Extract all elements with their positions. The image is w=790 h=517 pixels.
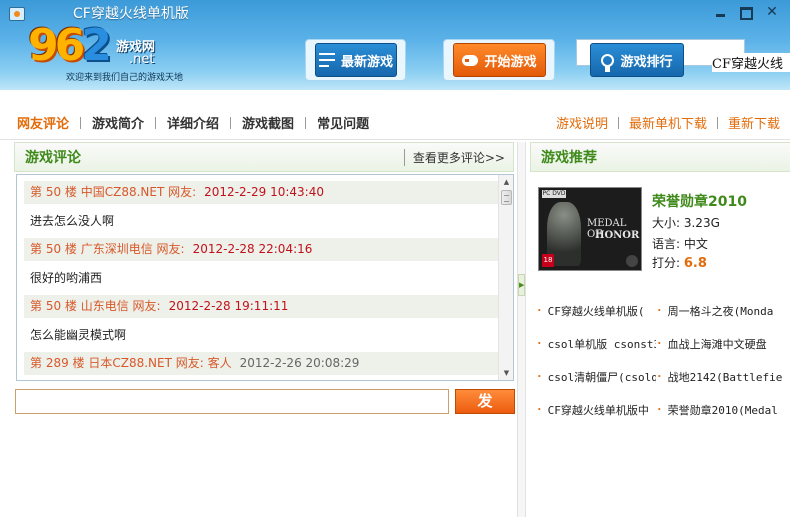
logo-slogan: 欢迎来到我们自己的游戏天地 bbox=[66, 73, 184, 83]
comment-list-box[interactable]: 第 50 楼 中国CZ88.NET 网友: 2012-2-29 10:43:40 … bbox=[16, 174, 514, 381]
maximize-button[interactable] bbox=[736, 3, 756, 21]
recommend-item[interactable]: · CF穿越火线单机版中 bbox=[536, 402, 656, 418]
comment-header: 第 289 楼 日本CZ88.NET 网友: 客人 2012-2-26 20:08… bbox=[24, 352, 501, 375]
comments-header: 游戏评论 查看更多评论>> bbox=[14, 142, 514, 172]
comment-body: 很好的哟浦西 bbox=[30, 271, 103, 285]
comment-list: 第 50 楼 中国CZ88.NET 网友: 2012-2-29 10:43:40 … bbox=[24, 181, 501, 380]
bullet-icon: · bbox=[656, 370, 663, 383]
tab-screenshots[interactable]: 游戏截图 bbox=[231, 113, 305, 132]
featured-game-name[interactable]: 荣誉勋章2010 bbox=[652, 191, 747, 211]
recommend-item[interactable]: · 周一格斗之夜(Monda bbox=[656, 303, 784, 319]
comment-time: 2012-2-28 22:04:16 bbox=[192, 242, 313, 256]
comment-time: 2012-2-26 20:08:29 bbox=[239, 356, 360, 370]
close-button[interactable]: ✕ bbox=[762, 3, 782, 21]
publisher-logo-icon bbox=[626, 255, 638, 267]
cover-title-line2: HONOR bbox=[595, 230, 640, 241]
start-game-button[interactable]: 开始游戏 bbox=[453, 43, 546, 77]
bullet-icon: · bbox=[656, 304, 663, 317]
window-controls: ✕ bbox=[710, 3, 782, 21]
recommend-item[interactable]: · CF穿越火线单机版( bbox=[536, 303, 656, 319]
recommend-item[interactable]: · 荣誉勋章2010(Medal bbox=[656, 402, 784, 418]
tab-user-reviews[interactable]: 网友评论 bbox=[17, 113, 80, 132]
age-rating-badge: 18 bbox=[542, 254, 554, 267]
quick-links: 游戏说明 最新单机下载 重新下载 bbox=[546, 113, 780, 132]
recommend-item[interactable]: · csol清朝僵尸(csolq bbox=[536, 369, 656, 385]
recommend-row: · CF穿越火线单机版中 · 荣誉勋章2010(Medal bbox=[536, 393, 790, 426]
comment-body: 进去怎么没人啊 bbox=[30, 214, 115, 228]
bullet-icon: · bbox=[536, 403, 543, 416]
bullet-icon: · bbox=[536, 370, 543, 383]
recommend-header: 游戏推荐 bbox=[530, 142, 790, 172]
medal-icon bbox=[601, 53, 615, 72]
bullet-icon: · bbox=[536, 304, 543, 317]
latest-games-button[interactable]: 最新游戏 bbox=[315, 43, 397, 77]
recommend-row: · csol单机版 csonst3 · 血战上海滩中文硬盘 bbox=[536, 327, 790, 360]
tab-game-intro[interactable]: 游戏简介 bbox=[81, 113, 155, 132]
recommend-list: · CF穿越火线单机版( · 周一格斗之夜(Monda · csol单机版 csons… bbox=[536, 294, 790, 426]
featured-game-cover[interactable]: PC DVD MEDAL OF HONOR 18 bbox=[538, 187, 642, 271]
game-help-link[interactable]: 游戏说明 bbox=[546, 113, 618, 132]
scrollbar-thumb[interactable] bbox=[501, 190, 512, 205]
scrolling-news-text[interactable]: CF穿越火线 bbox=[712, 53, 790, 72]
comment-time: 2012-2-28 19:11:11 bbox=[168, 299, 289, 313]
recommend-panel: 游戏推荐 PC DVD MEDAL OF HONOR 18 荣誉勋章2010 大… bbox=[530, 142, 790, 517]
app-icon bbox=[9, 7, 25, 21]
bullet-icon: · bbox=[656, 403, 663, 416]
comments-title: 游戏评论 bbox=[25, 150, 81, 166]
comment-body bbox=[24, 375, 501, 380]
collapse-arrow-icon[interactable]: ▶ bbox=[518, 274, 525, 296]
game-ranking-button[interactable]: 游戏排行 bbox=[590, 43, 684, 77]
featured-game-score: 6.8 bbox=[683, 256, 707, 271]
comment-time: 2012-2-29 10:43:40 bbox=[204, 185, 324, 199]
gamepad-icon bbox=[462, 54, 479, 66]
recommend-item[interactable]: · csol单机版 csonst3 bbox=[536, 336, 656, 352]
featured-game-size: 大小: 3.23G bbox=[652, 216, 720, 230]
send-button[interactable]: 发 送 bbox=[455, 389, 515, 433]
recommend-title: 游戏推荐 bbox=[541, 150, 597, 166]
featured-game-score-row: 打分: 6.8 bbox=[652, 256, 707, 271]
latest-downloads-link[interactable]: 最新单机下载 bbox=[619, 113, 717, 132]
logo-domain-suffix: .net bbox=[129, 52, 155, 67]
comment-header: 第 50 楼 中国CZ88.NET 网友: 2012-2-29 10:43:40 bbox=[24, 181, 501, 204]
bullet-icon: · bbox=[656, 337, 663, 350]
tab-details[interactable]: 详细介绍 bbox=[156, 113, 230, 132]
minimize-button[interactable] bbox=[710, 3, 730, 21]
recommend-item[interactable]: · 血战上海滩中文硬盘 bbox=[656, 336, 784, 352]
panel-splitter[interactable]: ▶ bbox=[517, 142, 526, 517]
header-banner: CF穿越火线单机版 ✕ 962 游戏网 .net 欢迎来到我们自己的游戏天地 最… bbox=[0, 0, 790, 90]
detail-tabs: 网友评论 游戏简介 详细介绍 游戏截图 常见问题 bbox=[17, 113, 380, 132]
recommend-row: · csol清朝僵尸(csolq · 战地2142(Battlefie bbox=[536, 360, 790, 393]
more-comments-link[interactable]: 查看更多评论>> bbox=[403, 148, 505, 166]
scroll-up-arrow-icon[interactable]: ▲ bbox=[499, 175, 513, 189]
redownload-link[interactable]: 重新下载 bbox=[718, 113, 780, 132]
logo-digits: 962 bbox=[28, 20, 112, 71]
list-icon bbox=[318, 53, 335, 67]
comment-header: 第 50 楼 山东电信 网友: 2012-2-28 19:11:11 bbox=[24, 295, 501, 318]
comment-header: 第 50 楼 广东深圳电信 网友: 2012-2-28 22:04:16 bbox=[24, 238, 501, 261]
tab-faq[interactable]: 常见问题 bbox=[306, 113, 380, 132]
scroll-down-arrow-icon[interactable]: ▼ bbox=[499, 366, 513, 380]
recommend-row: · CF穿越火线单机版( · 周一格斗之夜(Monda bbox=[536, 294, 790, 327]
cover-platform-badge: PC DVD bbox=[542, 190, 566, 198]
comment-input[interactable] bbox=[15, 389, 449, 414]
recommend-item[interactable]: · 战地2142(Battlefie bbox=[656, 369, 784, 385]
site-logo[interactable]: 962 游戏网 .net 欢迎来到我们自己的游戏天地 bbox=[28, 14, 188, 86]
comment-body: 怎么能幽灵模式啊 bbox=[30, 328, 127, 342]
bullet-icon: · bbox=[536, 337, 543, 350]
comments-panel: 游戏评论 查看更多评论>> 第 50 楼 中国CZ88.NET 网友: 2012-… bbox=[14, 142, 514, 382]
comments-scrollbar[interactable]: ▲ ▼ bbox=[498, 175, 513, 380]
featured-game-language: 语言: 中文 bbox=[652, 237, 708, 251]
